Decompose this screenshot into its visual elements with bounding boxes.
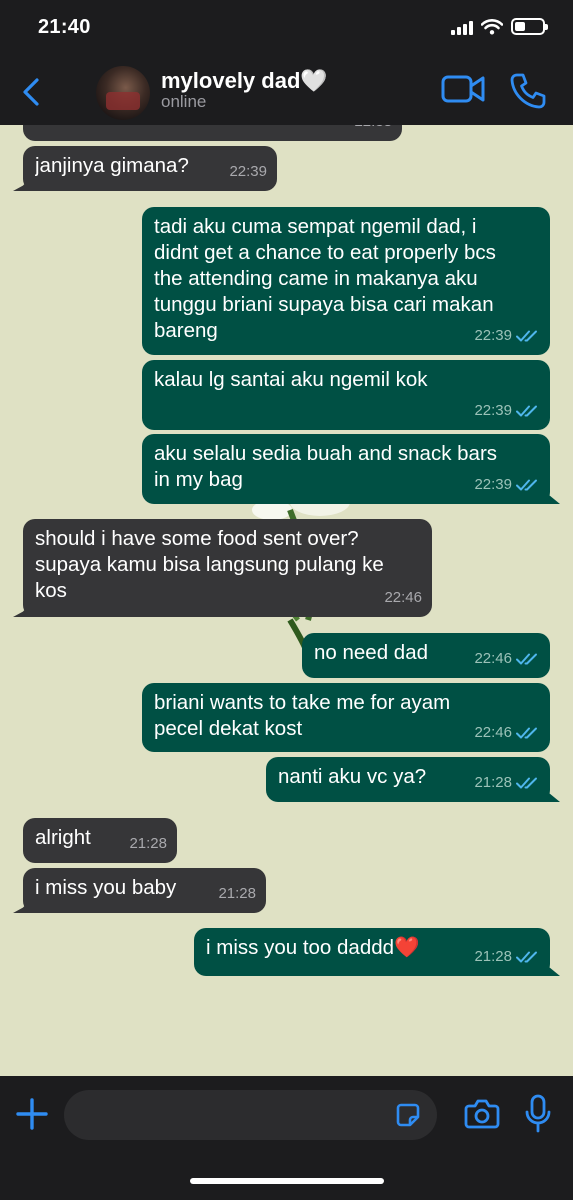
avatar[interactable] (96, 66, 150, 120)
outgoing-message[interactable]: i miss you too daddd❤️ 21:28 (194, 928, 550, 976)
incoming-message[interactable]: i miss you baby 21:28 (23, 868, 266, 913)
voice-call-button[interactable] (509, 72, 547, 110)
message-time: 21:28 (474, 774, 512, 791)
contact-name[interactable]: mylovely dad🤍 (161, 68, 328, 94)
message-text: supaya kamu bisa langsung pulang ke (35, 553, 384, 576)
outgoing-message[interactable]: nanti aku vc ya? 21:28 (266, 757, 550, 802)
composer-bar (0, 1076, 573, 1200)
incoming-message[interactable]: alright 21:28 (23, 818, 177, 863)
message-text: the attending came in makanya aku (154, 267, 478, 290)
back-button[interactable] (14, 72, 48, 112)
wifi-icon (481, 18, 503, 34)
heart-emoji: 🤍 (300, 68, 328, 93)
outgoing-message[interactable]: tadi aku cuma sempat ngemil dad, i didnt … (142, 207, 550, 355)
message-text: didnt get a chance to eat properly bcs (154, 241, 496, 264)
message-meta: 22:39 (474, 323, 540, 349)
camera-icon (464, 1099, 500, 1129)
message-text: kalau lg santai aku ngemil kok (154, 368, 428, 391)
message-text: tunggu briani supaya bisa cari makan (154, 293, 494, 316)
message-time: 22:39 (229, 163, 267, 180)
back-chevron-icon (23, 78, 39, 106)
status-time: 21:40 (38, 16, 91, 38)
status-icons (451, 18, 548, 35)
video-call-button[interactable] (441, 72, 485, 106)
message-meta: 21:28 (474, 770, 540, 796)
message-text: briani wants to take me for ayam (154, 691, 451, 714)
battery-level (515, 22, 525, 31)
camera-button[interactable] (464, 1098, 500, 1130)
incoming-message[interactable]: should i have some food sent over? supaya… (23, 519, 432, 617)
outgoing-message[interactable]: no need dad 22:46 (302, 633, 550, 678)
plus-icon (16, 1098, 48, 1130)
double-check-icon (516, 951, 537, 963)
chat-area[interactable]: i think we should discuss this22:38janji… (0, 0, 573, 1076)
double-check-icon (516, 727, 537, 739)
message-time: 22:46 (474, 724, 512, 741)
message-meta: 21:28 (129, 831, 167, 857)
chat-header: 21:40 mylovely dad🤍 online (0, 0, 573, 125)
phone-icon (510, 73, 546, 109)
message-time: 22:46 (474, 650, 512, 667)
battery-icon (511, 18, 548, 35)
double-check-icon (516, 479, 537, 491)
incoming-message[interactable]: janjinya gimana? 22:39 (23, 146, 277, 191)
microphone-icon (525, 1094, 551, 1133)
message-input[interactable] (64, 1090, 437, 1140)
message-time: 21:28 (218, 885, 256, 902)
message-meta: 21:28 (474, 944, 540, 970)
message-time: 22:39 (474, 402, 512, 419)
message-time: 21:28 (474, 948, 512, 965)
double-check-icon (516, 330, 537, 342)
message-meta: 22:39 (474, 398, 540, 424)
message-time: 21:28 (129, 835, 167, 852)
video-camera-icon (441, 75, 485, 103)
message-meta: 22:46 (384, 585, 422, 611)
double-check-icon (516, 777, 537, 789)
message-meta: 22:39 (229, 159, 267, 185)
message-text: kos (35, 579, 67, 602)
contact-status: online (161, 92, 207, 111)
signal-icon (451, 19, 473, 35)
double-check-icon (516, 405, 537, 417)
message-time: 22:39 (474, 476, 512, 493)
double-check-icon (516, 653, 537, 665)
message-meta: 22:39 (474, 472, 540, 498)
home-indicator (190, 1178, 384, 1184)
outgoing-message[interactable]: aku selalu sedia buah and snack bars in m… (142, 434, 550, 504)
message-meta: 22:46 (474, 720, 540, 746)
message-time: 22:39 (474, 327, 512, 344)
sticker-button[interactable] (395, 1102, 421, 1128)
attach-button[interactable] (14, 1096, 50, 1132)
message-text: tadi aku cuma sempat ngemil dad, i (154, 215, 477, 238)
message-time: 22:46 (384, 589, 422, 606)
microphone-button[interactable] (524, 1094, 552, 1134)
sticker-icon (396, 1103, 420, 1127)
message-text: aku selalu sedia buah and snack bars (154, 442, 498, 465)
outgoing-message[interactable]: briani wants to take me for ayam pecel de… (142, 683, 550, 752)
message-meta: 22:46 (474, 646, 540, 672)
contact-name-text: mylovely dad (161, 68, 301, 93)
message-text: should i have some food sent over? (35, 527, 359, 550)
message-meta: 21:28 (218, 881, 256, 907)
outgoing-message[interactable]: kalau lg santai aku ngemil kok 22:39 (142, 360, 550, 430)
